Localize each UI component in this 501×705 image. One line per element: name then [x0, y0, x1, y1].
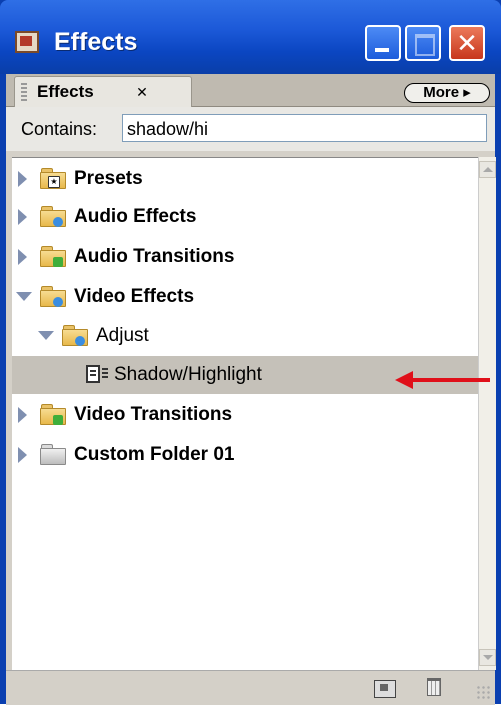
- tree-item-label: Shadow/Highlight: [114, 364, 262, 385]
- search-row: Contains: shadow/hi: [6, 107, 495, 151]
- effects-tree: ★ Presets Audio Effects Audio Transition…: [12, 157, 478, 671]
- expand-triangle-icon[interactable]: [18, 249, 27, 265]
- transitions-folder-icon: [40, 246, 66, 267]
- panel-footer: [6, 670, 495, 705]
- minimize-icon: [375, 48, 389, 52]
- tree-item-presets[interactable]: ★ Presets: [12, 160, 478, 198]
- effects-window: Effects ✕ Effects ✕ More ▸ Contains: sha…: [0, 0, 501, 705]
- tree-item-audio-transitions[interactable]: Audio Transitions: [12, 238, 478, 276]
- tree-item-label: Video Effects: [74, 286, 195, 307]
- search-label: Contains:: [21, 119, 98, 139]
- scroll-up-button[interactable]: [479, 161, 496, 178]
- custom-folder-icon: [40, 444, 66, 465]
- video-effect-icon: [86, 365, 100, 383]
- collapse-triangle-icon[interactable]: [38, 331, 54, 340]
- more-button[interactable]: More ▸: [404, 83, 490, 103]
- delete-icon[interactable]: [427, 678, 441, 696]
- annotation-arrow: [410, 378, 490, 382]
- tab-grip-icon[interactable]: [21, 83, 27, 101]
- minimize-button[interactable]: [365, 25, 401, 61]
- tab-effects-label: Effects: [37, 82, 94, 101]
- resize-grip-icon[interactable]: [476, 685, 492, 701]
- tab-close-icon[interactable]: ✕: [135, 85, 149, 99]
- expand-triangle-icon[interactable]: [18, 447, 27, 463]
- effects-folder-icon: [62, 325, 88, 346]
- transitions-folder-icon: [40, 404, 66, 425]
- chevron-down-icon: [483, 655, 493, 660]
- effects-folder-icon: [40, 206, 66, 227]
- tree-item-label: Audio Effects: [74, 206, 197, 227]
- expand-triangle-icon[interactable]: [18, 209, 27, 225]
- effect-bars-icon: [102, 368, 108, 380]
- search-input[interactable]: shadow/hi: [122, 114, 487, 142]
- maximize-button[interactable]: [405, 25, 441, 61]
- new-custom-bin-icon[interactable]: [374, 680, 396, 698]
- tree-item-adjust[interactable]: Adjust: [12, 317, 478, 355]
- tree-item-label: Presets: [74, 168, 143, 189]
- chevron-up-icon: [483, 167, 493, 172]
- annotation-arrow-head: [395, 371, 413, 389]
- tree-item-video-transitions[interactable]: Video Transitions: [12, 396, 478, 434]
- tree-item-audio-effects[interactable]: Audio Effects: [12, 198, 478, 236]
- effects-folder-icon: [40, 286, 66, 307]
- tree-item-label: Video Transitions: [74, 404, 233, 425]
- vertical-scrollbar[interactable]: [478, 157, 496, 670]
- scroll-down-button[interactable]: [479, 649, 496, 666]
- close-button[interactable]: ✕: [449, 25, 485, 61]
- tab-effects[interactable]: Effects ✕: [14, 76, 192, 107]
- expand-triangle-icon[interactable]: [18, 407, 27, 423]
- collapse-triangle-icon[interactable]: [16, 292, 32, 301]
- tree-item-video-effects[interactable]: Video Effects: [12, 278, 478, 316]
- panel-tab-row: Effects ✕ More ▸: [6, 74, 495, 107]
- expand-triangle-icon[interactable]: [18, 171, 27, 187]
- close-icon: ✕: [456, 28, 478, 58]
- maximize-icon: [415, 34, 435, 56]
- tree-item-label: Adjust: [96, 325, 149, 346]
- effects-panel: Effects ✕ More ▸ Contains: shadow/hi ★ P…: [6, 74, 496, 705]
- tree-item-label: Custom Folder 01: [74, 444, 235, 465]
- effects-app-icon: [15, 31, 39, 53]
- preset-folder-icon: ★: [40, 168, 66, 189]
- title-bar[interactable]: Effects ✕: [0, 0, 501, 74]
- tree-item-custom-folder-01[interactable]: Custom Folder 01: [12, 436, 478, 474]
- tree-item-label: Audio Transitions: [74, 246, 235, 267]
- window-title: Effects: [54, 28, 138, 56]
